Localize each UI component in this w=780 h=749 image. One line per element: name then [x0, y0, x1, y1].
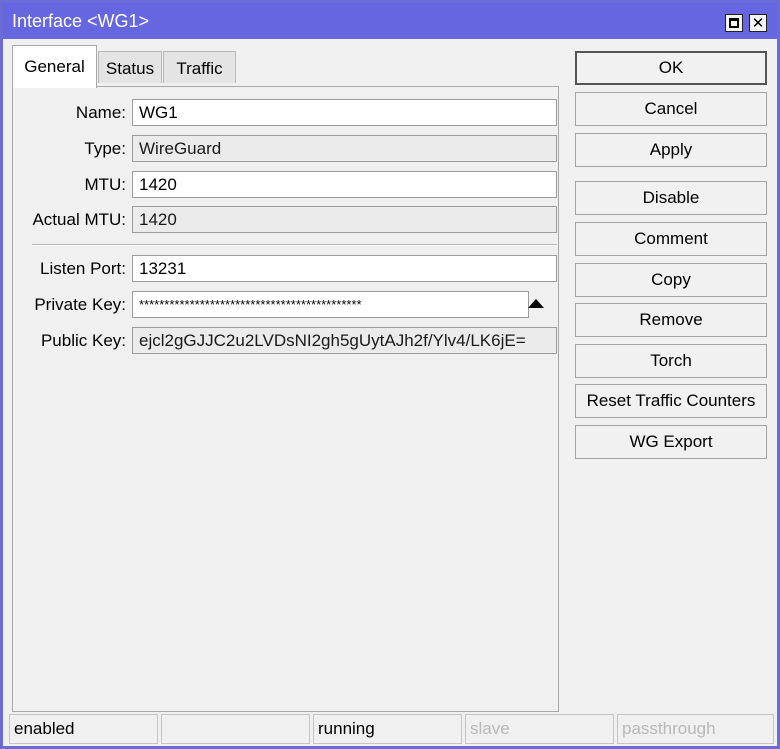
mtu-label: MTU: — [84, 175, 126, 194]
status-empty — [161, 714, 310, 744]
status-running: running — [313, 714, 462, 744]
actual-mtu-field: 1420 — [132, 206, 557, 233]
reset-traffic-counters-button[interactable]: Reset Traffic Counters — [575, 384, 767, 418]
remove-button[interactable]: Remove — [575, 303, 767, 337]
triangle-up-icon[interactable] — [528, 299, 544, 308]
disable-button[interactable]: Disable — [575, 181, 767, 215]
title-bar[interactable]: Interface <WG1> ✕ — [3, 3, 777, 39]
torch-button[interactable]: Torch — [575, 344, 767, 378]
private-key-label: Private Key: — [34, 295, 126, 314]
tab-status[interactable]: Status — [98, 51, 162, 83]
tab-traffic[interactable]: Traffic — [163, 51, 236, 83]
name-label: Name: — [75, 103, 126, 122]
public-key-field: ejcl2gGJJC2u2LVDsNI2gh5gUytAJh2f/Ylv4/LK… — [132, 327, 557, 354]
wg-export-button[interactable]: WG Export — [575, 425, 767, 459]
copy-button[interactable]: Copy — [575, 263, 767, 297]
mtu-input[interactable]: 1420 — [132, 171, 557, 198]
name-input[interactable]: WG1 — [132, 99, 557, 126]
close-button[interactable]: ✕ — [749, 14, 767, 32]
status-passthrough: passthrough — [617, 714, 774, 744]
ok-button[interactable]: OK — [575, 51, 767, 85]
public-key-label: Public Key: — [40, 331, 126, 350]
private-key-input[interactable]: ****************************************… — [132, 291, 529, 318]
section-divider — [32, 244, 557, 246]
cancel-button[interactable]: Cancel — [575, 92, 767, 126]
status-enabled: enabled — [9, 714, 158, 744]
window-title: Interface <WG1> — [12, 11, 150, 31]
maximize-icon — [729, 18, 739, 28]
interface-window: Interface <WG1> ✕ General Status Traffic… — [0, 0, 780, 749]
close-icon: ✕ — [751, 14, 765, 32]
maximize-button[interactable] — [725, 14, 743, 32]
type-field: WireGuard — [132, 135, 557, 162]
status-bar: enabled running slave passthrough — [9, 712, 777, 746]
general-panel: Name: WG1 Type: WireGuard MTU: 1420 Actu… — [12, 86, 559, 712]
comment-button[interactable]: Comment — [575, 222, 767, 256]
listen-port-label: Listen Port: — [40, 259, 126, 278]
actual-mtu-label: Actual MTU: — [32, 210, 126, 229]
status-slave: slave — [465, 714, 614, 744]
listen-port-input[interactable]: 13231 — [132, 255, 557, 282]
apply-button[interactable]: Apply — [575, 133, 767, 167]
type-label: Type: — [84, 139, 126, 158]
tab-general[interactable]: General — [12, 45, 97, 88]
